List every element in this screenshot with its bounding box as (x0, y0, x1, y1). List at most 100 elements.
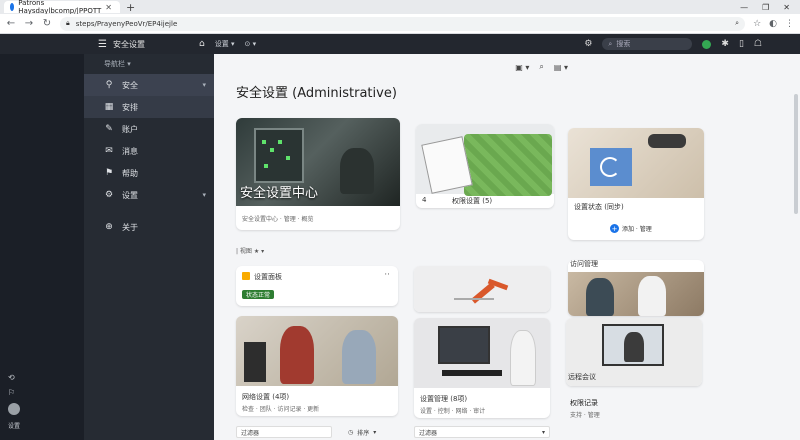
bookmark-star-icon[interactable]: ☆ (753, 19, 761, 29)
grid-icon: ▦ (104, 102, 114, 112)
browser-tab[interactable]: Patrons Haysdaylbcomp/|PPOTT ✕ (4, 0, 120, 15)
status-badge: 状态正常 (242, 290, 275, 299)
view-selector[interactable]: | 视图 ★ ▾ (236, 246, 264, 255)
sidebar-item-messages[interactable]: ✉ 消息 (84, 140, 214, 162)
card-network[interactable]: 网络设置 (4项) 检查 · 团队 · 访问记录 · 更新 (236, 316, 398, 416)
sidebar-item-label: 帮助 (122, 168, 138, 178)
sort-button[interactable]: ◷ 排序 ▾ (344, 426, 394, 438)
sidebar-item-security[interactable]: ⚲ 安全 ▾ (84, 74, 214, 96)
search-icon: ⌕ (608, 39, 613, 48)
profile-icon[interactable]: ◐ (769, 19, 777, 29)
browser-menu-icon[interactable]: ⋮ (785, 19, 794, 29)
card-admin[interactable]: 设置管理 (8项) 设置 · 控制 · 网络 · 审计 (414, 318, 550, 418)
topnav-more[interactable]: ⊙ ▾ (244, 40, 256, 48)
gutter-label: 设置 (8, 423, 21, 430)
card-settings-panel[interactable]: 设置面板 ·· 状态正常 (236, 266, 398, 306)
search-icon[interactable]: ⌕ (735, 19, 739, 28)
filter-input[interactable]: 过滤器 (236, 426, 332, 438)
window-controls: — ❐ ✕ (740, 3, 800, 12)
calendar-icon[interactable]: ▣ ▾ (515, 63, 529, 72)
address-bar: ← → ↻ 🔒︎ steps/PrayenyPeoVr/EP4ijejle ⌕ … (0, 14, 800, 34)
user-icon[interactable]: ☖ (754, 39, 762, 49)
card-subtitle: 安全设置中心 · 管理 · 概览 (242, 216, 314, 223)
close-icon[interactable]: ✕ (105, 3, 112, 12)
chevron-down-icon: ▾ (202, 81, 206, 89)
card-caption: 权限设置 (5) (452, 197, 493, 205)
sidebar-section-label: 导航栏 ▾ (104, 60, 131, 68)
sidebar: 导航栏 ▾ ⚲ 安全 ▾ ▦ 安排 ✎ 账户 ✉ 消息 ⚑ 帮助 ⚙ 设置 ▾ … (84, 54, 214, 440)
pencil-icon: ✎ (105, 124, 113, 134)
search-icon[interactable]: ⌕ (539, 62, 543, 72)
server-image: 安全设置中心 (236, 118, 400, 206)
card-subtitle: 设置 · 控制 · 网络 · 审计 (420, 408, 486, 415)
url-input[interactable]: 🔒︎ steps/PrayenyPeoVr/EP4ijejle ⌕ (60, 16, 746, 31)
gear-icon[interactable]: ⚙ (584, 39, 592, 49)
refresh-icon (590, 148, 632, 186)
card-title: 设置面板 (254, 273, 282, 281)
forward-icon[interactable]: → (24, 18, 34, 29)
card-subtitle: 支持 · 管理 (570, 412, 600, 419)
sidebar-item-label: 安排 (122, 102, 138, 112)
card-robot[interactable] (414, 266, 550, 312)
app-brand: ☰ 安全设置 (0, 39, 195, 50)
notification-icon[interactable]: ▯ (739, 39, 744, 49)
gutter-bottom: ⟲ ⚐ 设置 (8, 373, 20, 430)
sidebar-item-settings[interactable]: ⚙ 设置 ▾ (84, 184, 214, 206)
sidebar-item-about[interactable]: ⊕ 关于 (84, 216, 214, 238)
card-caption: 网络设置 (4项) (242, 393, 290, 401)
filter-dropdown[interactable]: 过滤器 ▾ (414, 426, 550, 438)
scrollbar[interactable] (794, 94, 798, 214)
maximize-button[interactable]: ❐ (762, 3, 769, 12)
robot-arm-image (414, 266, 550, 312)
sidebar-item-help[interactable]: ⚑ 帮助 (84, 162, 214, 184)
reload-icon[interactable]: ↻ (42, 18, 52, 29)
card-permissions[interactable]: 4 权限设置 (5) (416, 124, 554, 208)
browser-tabbar: Patrons Haysdaylbcomp/|PPOTT ✕ + — ❐ ✕ (0, 0, 800, 15)
sidebar-item-label: 账户 (122, 124, 138, 134)
flag-icon[interactable]: ⚐ (8, 388, 20, 397)
chevron-down-icon: ▾ (541, 428, 545, 436)
more-icon[interactable]: ·· (384, 270, 390, 280)
desk-image (568, 128, 704, 198)
favicon-icon (10, 3, 15, 11)
sync-icon[interactable]: ⟲ (8, 373, 20, 382)
app-topbar: ☰ 安全设置 ⌂ 设置 ▾ ⊙ ▾ ⚙ ⌕ 搜索 ✱ ▯ ☖ (0, 34, 800, 54)
mail-icon: ✉ (105, 146, 113, 156)
topbar-right: ⚙ ⌕ 搜索 ✱ ▯ ☖ (584, 38, 800, 50)
green-image (416, 124, 554, 196)
sidebar-item-label: 关于 (122, 222, 138, 232)
hamburger-icon[interactable]: ☰ (98, 39, 107, 50)
search-placeholder: 搜索 (616, 40, 631, 48)
window-close-button[interactable]: ✕ (783, 3, 790, 12)
app-title: 安全设置 (112, 39, 145, 49)
sidebar-item-label: 消息 (122, 146, 138, 156)
sidebar-item-schedule[interactable]: ▦ 安排 (84, 96, 214, 118)
sidebar-item-account[interactable]: ✎ 账户 (84, 118, 214, 140)
card-number: 4 (422, 196, 427, 204)
office-image (568, 272, 704, 316)
card-caption: 设置管理 (8项) (420, 395, 468, 403)
card-video[interactable]: 远程会议 (566, 318, 702, 386)
view-toggle[interactable]: ▤ ▾ (554, 63, 568, 72)
card-status[interactable]: 设置状态 (同步) + 添加 · 管理 (568, 128, 704, 240)
add-manage-button[interactable]: + 添加 · 管理 (610, 224, 652, 233)
server-rack-icon (254, 128, 304, 183)
url-text: steps/PrayenyPeoVr/EP4ijejle (75, 19, 178, 28)
search-input[interactable]: ⌕ 搜索 (602, 38, 693, 50)
home-icon[interactable]: ⌂ (199, 39, 205, 49)
sidebar-item-label: 设置 (122, 190, 138, 200)
tab-title: Patrons Haysdaylbcomp/|PPOTT (18, 0, 102, 15)
card-security-center[interactable]: 安全设置中心 安全设置中心 · 管理 · 概览 (236, 118, 400, 230)
left-gutter: ⟲ ⚐ 设置 (0, 54, 84, 440)
card-subtitle: 检查 · 团队 · 访问记录 · 更新 (242, 406, 320, 413)
card-access[interactable]: 访问管理 (568, 260, 704, 316)
status-badge[interactable] (702, 39, 712, 49)
avatar[interactable] (8, 403, 20, 415)
settings-icon[interactable]: ✱ (721, 39, 729, 49)
minimize-button[interactable]: — (740, 3, 748, 12)
video-call-image: 远程会议 (566, 318, 702, 386)
topnav-settings[interactable]: 设置 ▾ (215, 39, 235, 49)
back-icon[interactable]: ← (6, 18, 16, 29)
new-tab-button[interactable]: + (126, 1, 135, 14)
plus-icon: + (610, 224, 619, 233)
